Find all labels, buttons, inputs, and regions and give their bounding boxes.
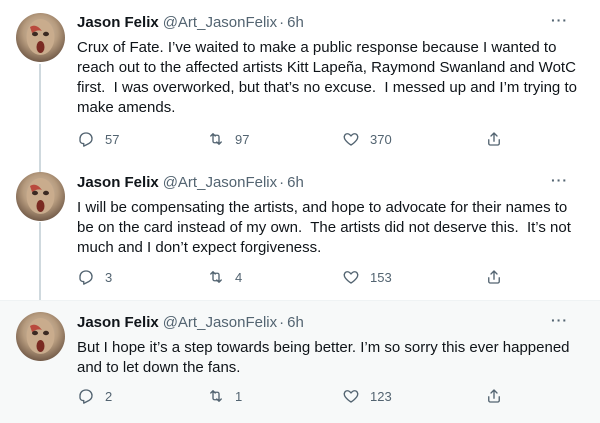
avatar-image	[26, 19, 55, 55]
like-count: 123	[370, 388, 392, 404]
like-button[interactable]: 153	[342, 268, 392, 286]
timestamp[interactable]: 6h	[287, 174, 304, 191]
tweet-header: Jason Felix @Art_JasonFelix · 6h ···	[77, 12, 584, 32]
tweet-text: I will be compensating the artists, and …	[77, 199, 576, 256]
more-icon[interactable]: ···	[551, 12, 568, 28]
avatar[interactable]	[16, 13, 65, 62]
reply-icon	[79, 270, 93, 285]
author-handle[interactable]: @Art_JasonFelix	[163, 314, 277, 331]
retweet-button[interactable]: 1	[207, 387, 242, 405]
avatar-image	[26, 318, 55, 354]
author-handle[interactable]: @Art_JasonFelix	[163, 174, 277, 191]
author-name[interactable]: Jason Felix	[77, 14, 159, 31]
heart-icon	[343, 271, 359, 284]
avatar-image	[26, 178, 55, 214]
avatar[interactable]	[16, 172, 65, 221]
reply-button[interactable]: 57	[77, 130, 119, 148]
separator: ·	[279, 313, 285, 331]
tweet-text: Crux of Fate. I’ve waited to make a publ…	[77, 39, 582, 116]
retweet-count: 97	[235, 131, 250, 147]
like-count: 370	[370, 131, 392, 147]
separator: ·	[279, 173, 285, 191]
tweet-thread: Jason Felix @Art_JasonFelix · 6h ··· Cru…	[0, 0, 600, 423]
tweet-text: But I hope it’s a step towards being bet…	[77, 339, 574, 376]
reply-count: 3	[105, 269, 113, 285]
reply-icon	[79, 132, 93, 147]
share-icon	[488, 270, 500, 284]
tweet[interactable]: Jason Felix @Art_JasonFelix · 6h ··· Cru…	[0, 0, 600, 160]
author-handle[interactable]: @Art_JasonFelix	[163, 14, 277, 31]
share-button[interactable]	[485, 268, 503, 286]
share-icon	[488, 389, 500, 403]
share-icon	[488, 132, 500, 146]
reply-count: 57	[105, 131, 120, 147]
retweet-count: 4	[235, 269, 243, 285]
retweet-icon	[210, 271, 222, 283]
avatar[interactable]	[16, 312, 65, 361]
reply-button[interactable]: 2	[77, 387, 112, 405]
retweet-button[interactable]: 4	[207, 268, 242, 286]
heart-icon	[343, 133, 359, 146]
retweet-icon	[210, 390, 222, 402]
author-name[interactable]: Jason Felix	[77, 174, 159, 191]
like-button[interactable]: 370	[342, 130, 392, 148]
tweet-header: Jason Felix @Art_JasonFelix · 6h ···	[77, 312, 584, 332]
separator: ·	[279, 13, 285, 31]
more-icon[interactable]: ···	[551, 172, 568, 188]
tweet-header: Jason Felix @Art_JasonFelix · 6h ···	[77, 172, 584, 192]
heart-icon	[343, 390, 359, 403]
tweet-actions: 2 1 123	[77, 387, 507, 407]
more-icon[interactable]: ···	[551, 312, 568, 328]
reply-count: 2	[105, 388, 113, 404]
like-count: 153	[370, 269, 392, 285]
retweet-icon	[210, 133, 222, 145]
timestamp[interactable]: 6h	[287, 314, 304, 331]
timestamp[interactable]: 6h	[287, 14, 304, 31]
retweet-button[interactable]: 97	[207, 130, 249, 148]
share-button[interactable]	[485, 130, 503, 148]
reply-icon	[79, 389, 93, 404]
author-name[interactable]: Jason Felix	[77, 314, 159, 331]
tweet-actions: 57 97 370	[77, 130, 507, 150]
share-button[interactable]	[485, 387, 503, 405]
retweet-count: 1	[235, 388, 243, 404]
reply-button[interactable]: 3	[77, 268, 112, 286]
tweet-actions: 3 4 153	[77, 268, 507, 288]
like-button[interactable]: 123	[342, 387, 392, 405]
